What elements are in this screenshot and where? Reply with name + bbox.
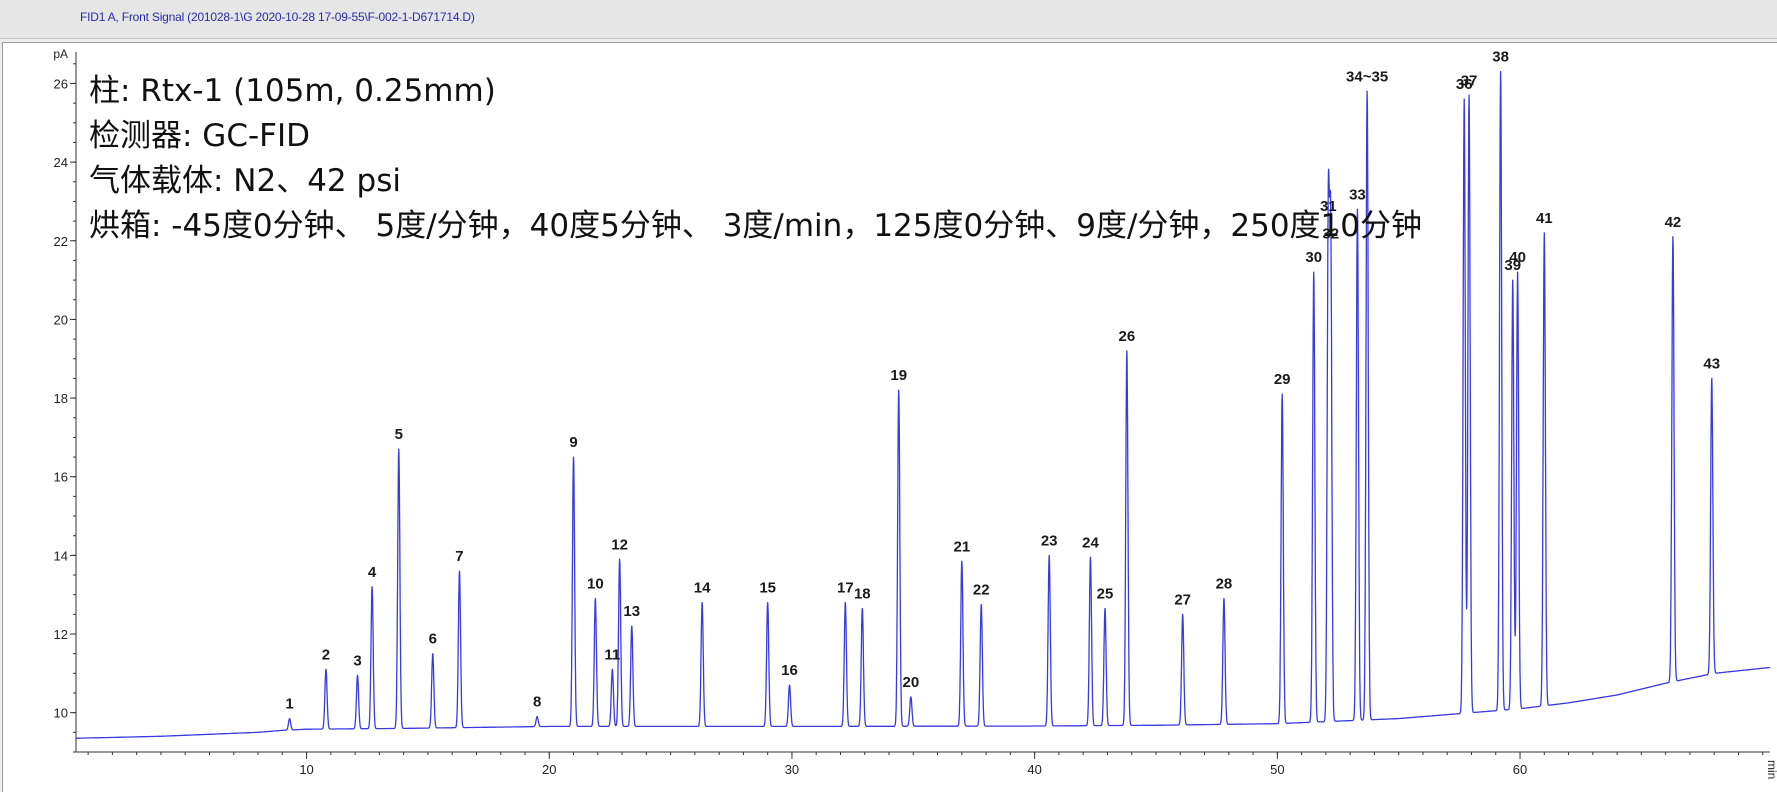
peak-label-10: 10 — [587, 576, 604, 593]
peak-label-4: 4 — [368, 564, 377, 581]
peak-label-43: 43 — [1703, 355, 1720, 372]
x-axis: 10 20 30 40 50 60 min — [76, 751, 1777, 779]
peak-label-17: 17 — [837, 580, 854, 597]
peak-label-25: 25 — [1097, 585, 1114, 602]
peak-label-30: 30 — [1305, 249, 1322, 266]
y-axis-unit: pA — [53, 47, 68, 61]
x-tick-label: 50 — [1270, 762, 1284, 777]
peak-label-19: 19 — [890, 367, 907, 384]
x-tick-label: 60 — [1513, 762, 1527, 777]
carrier-gas-info: 气体载体: N2、42 psi — [89, 163, 401, 199]
x-axis-unit: min — [1765, 760, 1777, 779]
peak-label-42: 42 — [1665, 214, 1682, 231]
peak-label-38: 38 — [1492, 49, 1509, 66]
y-tick-label: 14 — [54, 548, 68, 563]
detector-info: 检测器: GC-FID — [89, 118, 310, 154]
oven-program-info: 烘箱: -45度0分钟、 5度/分钟，40度5分钟、 3度/min，125度0分… — [89, 208, 1422, 244]
method-annotation: 柱: Rtx-1 (105m, 0.25mm) 检测器: GC-FID 气体载体… — [89, 69, 1422, 249]
column-info: 柱: Rtx-1 (105m, 0.25mm) — [89, 73, 496, 109]
peak-label-41: 41 — [1536, 210, 1553, 227]
peak-label-2: 2 — [322, 646, 330, 663]
peak-label-1: 1 — [285, 696, 293, 713]
y-tick-label: 22 — [54, 234, 68, 249]
x-tick-label: 10 — [299, 762, 313, 777]
peak-label-27: 27 — [1174, 591, 1191, 608]
x-tick-label: 30 — [785, 762, 799, 777]
peak-label-26: 26 — [1119, 328, 1136, 345]
peak-label-22: 22 — [973, 582, 990, 599]
peak-label-12: 12 — [611, 536, 628, 553]
peak-label-28: 28 — [1216, 576, 1233, 593]
peak-label-20: 20 — [903, 674, 920, 691]
peak-label-40: 40 — [1509, 249, 1526, 266]
peak-label-14: 14 — [694, 580, 711, 597]
peak-label-9: 9 — [569, 434, 577, 451]
y-axis: 10 12 14 16 18 20 22 24 26 pA — [53, 47, 77, 753]
x-tick-label: 20 — [542, 762, 556, 777]
peak-label-29: 29 — [1274, 371, 1291, 388]
peak-label-11: 11 — [604, 646, 620, 663]
y-tick-label: 12 — [54, 627, 68, 642]
peak-label-7: 7 — [455, 548, 463, 565]
chromatogram-window: FID1 A, Front Signal (201028-1\G 2020-10… — [0, 0, 1777, 792]
peak-label-6: 6 — [429, 631, 437, 648]
x-tick-label: 40 — [1027, 762, 1041, 777]
peak-label-23: 23 — [1041, 532, 1058, 549]
y-tick-label: 16 — [54, 470, 68, 485]
peak-label-37: 37 — [1461, 72, 1478, 89]
y-tick-label: 18 — [54, 391, 68, 406]
y-tick-label: 24 — [54, 155, 68, 170]
y-tick-label: 10 — [54, 706, 68, 721]
peak-label-13: 13 — [623, 603, 640, 620]
peak-label-3: 3 — [353, 652, 361, 669]
y-tick-label: 20 — [54, 312, 68, 327]
peak-label-21: 21 — [953, 538, 970, 555]
y-tick-label: 26 — [54, 76, 68, 91]
peak-label-5: 5 — [395, 426, 403, 443]
peak-label-18: 18 — [854, 585, 871, 602]
peak-label-15: 15 — [759, 580, 776, 597]
peak-label-16: 16 — [781, 662, 798, 679]
peak-label-24: 24 — [1082, 534, 1099, 551]
peak-label-8: 8 — [533, 694, 541, 711]
